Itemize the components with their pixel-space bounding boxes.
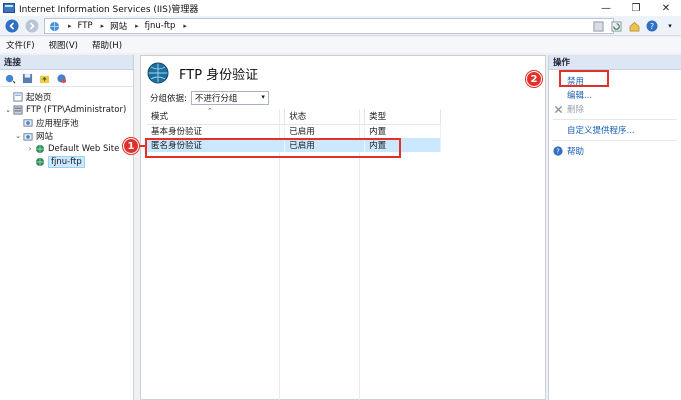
tree-item-start-page[interactable]: 起始页	[0, 90, 133, 103]
address-root-icon	[49, 21, 60, 32]
forward-arrow-icon	[25, 19, 39, 32]
svg-text:?: ?	[556, 148, 560, 156]
annotation-box-1	[145, 138, 401, 158]
action-divider	[553, 140, 677, 141]
expand-chevron-icon[interactable]: ⌄	[4, 106, 12, 114]
annotation-box-2	[559, 70, 609, 87]
app-pool-icon	[22, 117, 33, 128]
group-by-select[interactable]: 不进行分组 ▾	[190, 91, 269, 105]
start-page-icon	[12, 91, 23, 102]
tree-item-fjnu-ftp[interactable]: fjnu-ftp	[0, 155, 133, 168]
group-by-value: 不进行分组	[194, 94, 238, 104]
tree-label: 应用程序池	[36, 118, 79, 129]
forward-button[interactable]	[24, 18, 40, 34]
table-header-row: 模式 ⌃ 状态 类型	[147, 107, 441, 125]
expand-chevron-icon[interactable]: ⌄	[14, 132, 22, 140]
server-icon	[12, 104, 23, 115]
connections-panel: 连接 起始页 ⌄ FTP (FTP\Administrator) 应用程序池 ⌄…	[0, 55, 134, 400]
address-breadcrumb[interactable]: ▸ FTP ▸ 网站 ▸ fjnu-ftp ▸	[44, 18, 614, 34]
actions-header: 操作	[549, 55, 681, 70]
chevron-right-icon: ▸	[100, 22, 105, 30]
address-bar: ▸ FTP ▸ 网站 ▸ fjnu-ftp ▸ ? ▾	[0, 16, 681, 36]
cell-type: 内置	[364, 124, 441, 138]
action-label: 自定义提供程序...	[567, 126, 635, 136]
connections-toolbar	[0, 70, 133, 87]
save-icon[interactable]	[20, 71, 34, 85]
menu-view[interactable]: 视图(V)	[49, 39, 78, 51]
action-label: 编辑...	[567, 91, 593, 101]
breadcrumb-ftp[interactable]: FTP	[78, 21, 93, 31]
back-button[interactable]	[4, 18, 20, 34]
tree-label: Default Web Site	[48, 143, 120, 154]
action-label: 删除	[567, 105, 585, 115]
network-icon[interactable]	[54, 71, 68, 85]
dropdown-caret-icon[interactable]: ▾	[663, 19, 677, 33]
chevron-right-icon: ▸	[183, 22, 187, 30]
connect-icon[interactable]	[3, 71, 17, 85]
tree-label: fjnu-ftp	[48, 155, 85, 168]
up-folder-icon[interactable]	[37, 71, 51, 85]
action-remove[interactable]: 删除	[549, 102, 681, 116]
column-header-label: 模式	[151, 112, 169, 123]
action-label: 帮助	[567, 147, 585, 157]
sort-ascending-icon: ⌃	[207, 107, 213, 115]
tree-item-ftp-server[interactable]: ⌄ FTP (FTP\Administrator)	[0, 103, 133, 116]
action-edit[interactable]: 编辑...	[549, 88, 681, 102]
ftp-globe-icon	[147, 62, 169, 84]
tree-label: 起始页	[26, 92, 52, 103]
tree-label: FTP (FTP\Administrator)	[26, 104, 127, 115]
window-title: Internet Information Services (IIS)管理器	[19, 4, 199, 15]
connections-header: 连接	[0, 55, 133, 70]
back-arrow-icon	[5, 19, 19, 32]
help-icon[interactable]: ?	[645, 19, 659, 33]
chevron-right-icon: ▸	[68, 22, 72, 30]
group-by-label: 分组依据:	[150, 94, 187, 104]
group-by-bar: 分组依据: 不进行分组 ▾	[141, 90, 545, 106]
home-icon[interactable]	[627, 19, 641, 33]
sites-folder-icon	[22, 130, 33, 141]
tree-item-app-pools[interactable]: 应用程序池	[0, 116, 133, 129]
cell-status: 已启用	[284, 124, 366, 138]
dropdown-caret-icon: ▾	[261, 93, 265, 101]
globe-icon	[34, 143, 45, 154]
svg-text:?: ?	[650, 22, 654, 31]
tree-label: 网站	[36, 131, 54, 142]
annotation-badge-1: 1	[123, 138, 139, 154]
tree-item-default-web-site[interactable]: › Default Web Site	[0, 142, 133, 155]
breadcrumb-fjnu-ftp[interactable]: fjnu-ftp	[145, 21, 176, 31]
feature-panel: FTP 身份验证 分组依据: 不进行分组 ▾ 模式 ⌃ 状态 类型 基本身份验证 …	[140, 55, 546, 400]
connections-tree: 起始页 ⌄ FTP (FTP\Administrator) 应用程序池 ⌄ 网站…	[0, 87, 133, 168]
menu-bar: 文件(F) 视图(V) 帮助(H)	[0, 37, 681, 53]
column-header-type[interactable]: 类型	[364, 109, 441, 125]
page-title: FTP 身份验证	[179, 67, 259, 83]
menu-help[interactable]: 帮助(H)	[92, 39, 122, 51]
iis-app-icon	[3, 2, 15, 14]
refresh-icon[interactable]	[609, 19, 623, 33]
feature-header: FTP 身份验证	[141, 56, 545, 90]
column-header-status[interactable]: 状态	[284, 109, 366, 125]
help-icon: ?	[553, 146, 563, 156]
action-custom-providers[interactable]: 自定义提供程序...	[549, 123, 681, 137]
title-bar: Internet Information Services (IIS)管理器 —…	[0, 0, 681, 16]
chevron-right-icon: ▸	[135, 22, 139, 30]
close-button[interactable]: ✕	[651, 0, 681, 16]
annotation-badge-2: 2	[526, 71, 542, 87]
actions-panel: 操作 禁用 编辑... 删除 自定义提供程序... ? 帮助	[548, 55, 681, 400]
tree-item-sites[interactable]: ⌄ 网站	[0, 129, 133, 142]
cell-mode: 基本身份验证	[147, 124, 286, 138]
expand-chevron-icon[interactable]: ›	[26, 145, 34, 153]
column-header-mode[interactable]: 模式 ⌃	[147, 107, 286, 125]
stop-icon[interactable]	[591, 19, 605, 33]
action-help[interactable]: ? 帮助	[549, 144, 681, 158]
globe-icon	[34, 156, 45, 167]
breadcrumb-sites[interactable]: 网站	[110, 20, 127, 32]
maximize-button[interactable]: ❐	[621, 0, 651, 16]
menu-file[interactable]: 文件(F)	[6, 39, 35, 51]
table-row[interactable]: 基本身份验证 已启用 内置	[147, 124, 441, 138]
action-divider	[553, 119, 677, 120]
delete-x-icon	[553, 104, 563, 114]
minimize-button[interactable]: —	[591, 0, 621, 16]
